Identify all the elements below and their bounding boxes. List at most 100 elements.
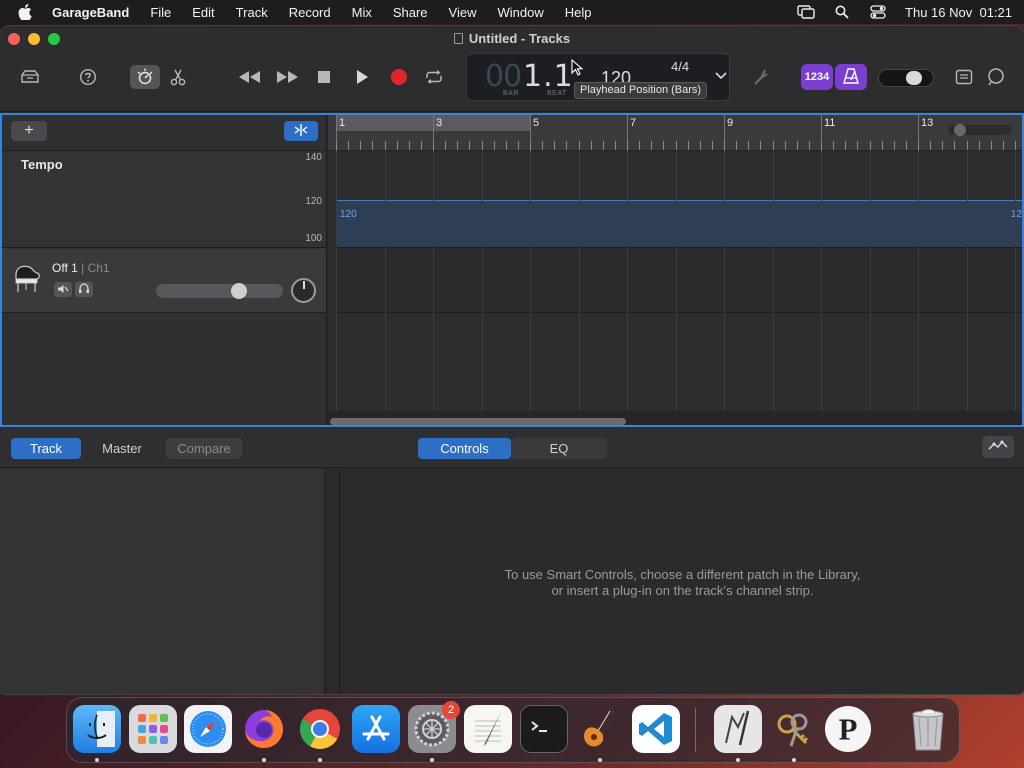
metronome-button[interactable] xyxy=(835,64,867,90)
app-store-icon[interactable] xyxy=(352,705,400,753)
ruler-beat-tick xyxy=(505,141,507,150)
loop-browser-button[interactable] xyxy=(982,65,1010,89)
ruler-beat-tick xyxy=(724,141,725,150)
grid-line xyxy=(772,151,774,411)
tempo-lane[interactable]: 120 12 xyxy=(336,152,1022,248)
ruler-beat-tick xyxy=(772,141,774,150)
zoom-knob[interactable] xyxy=(954,124,966,136)
zoom-slider[interactable] xyxy=(948,124,1012,136)
toolbar: Untitled - Tracks 00 1.1 BAR BEAT 120 4/… xyxy=(0,26,1024,112)
finder-icon[interactable] xyxy=(73,705,121,753)
ruler-beat-tick xyxy=(614,141,616,150)
ruler-beat-tick xyxy=(821,141,822,150)
compare-button[interactable]: Compare xyxy=(166,438,242,459)
master-volume-slider[interactable] xyxy=(878,69,934,87)
ruler-beat-tick xyxy=(905,141,907,150)
smart-controls-message: To use Smart Controls, choose a differen… xyxy=(341,567,1024,599)
play-button[interactable] xyxy=(348,65,376,89)
document-icon xyxy=(453,33,463,44)
control-center-icon[interactable] xyxy=(869,5,887,19)
instrument-track-header[interactable]: Off 1 | Ch1 xyxy=(2,249,326,313)
trash-icon[interactable] xyxy=(904,705,952,753)
terminal-icon[interactable] xyxy=(520,705,568,753)
tab-eq[interactable]: EQ xyxy=(511,438,607,459)
ruler-beat-tick xyxy=(966,141,968,150)
menu-view[interactable]: View xyxy=(449,5,477,20)
arrangement-area[interactable]: 1 3 5 7 9 11 13 120 12 xyxy=(328,115,1022,425)
instrument-track-name[interactable]: Off 1 xyxy=(52,261,78,275)
solo-button[interactable] xyxy=(75,282,93,297)
track-volume-slider[interactable] xyxy=(156,283,283,299)
record-button[interactable] xyxy=(385,65,413,89)
menu-record[interactable]: Record xyxy=(289,5,331,20)
lcd-mode-chevron-icon[interactable] xyxy=(715,69,727,83)
system-settings-running-indicator xyxy=(430,758,434,762)
tempo-track-header[interactable]: Tempo 140 120 100 xyxy=(2,152,326,248)
add-track-button[interactable]: + xyxy=(11,121,47,141)
track-volume-knob[interactable] xyxy=(231,283,247,299)
ruler-beat-tick xyxy=(602,141,604,150)
stop-button[interactable] xyxy=(310,65,338,89)
ruler-beat-tick xyxy=(857,141,859,150)
spotlight-search-icon[interactable] xyxy=(833,5,851,19)
menu-app-name[interactable]: GarageBand xyxy=(52,5,129,20)
chrome-icon[interactable] xyxy=(296,705,344,753)
window-title: Untitled - Tracks xyxy=(468,31,571,46)
menu-track[interactable]: Track xyxy=(236,5,268,20)
editors-button[interactable] xyxy=(164,65,192,89)
menu-edit[interactable]: Edit xyxy=(192,5,214,20)
menu-share[interactable]: Share xyxy=(393,5,428,20)
safari-icon[interactable] xyxy=(184,705,232,753)
tab-track[interactable]: Track xyxy=(11,438,81,459)
track-name-separator: | xyxy=(77,261,88,275)
rewind-button[interactable] xyxy=(235,65,263,89)
instrument-track-lane[interactable] xyxy=(336,249,1022,313)
menu-mix[interactable]: Mix xyxy=(352,5,372,20)
count-in-button[interactable]: 1234 xyxy=(801,64,833,90)
library-button[interactable] xyxy=(16,65,44,89)
headphones-icon xyxy=(78,281,90,299)
inspector-button[interactable] xyxy=(982,436,1014,458)
menu-clock[interactable]: Thu 16 Nov 01:21 xyxy=(905,5,1012,20)
tab-master-label: Master xyxy=(102,441,142,456)
tab-master[interactable]: Master xyxy=(86,438,158,459)
lcd-time-signature[interactable]: 4/4 xyxy=(671,59,689,74)
ruler-beat-tick xyxy=(930,141,932,150)
catch-playhead-button[interactable] xyxy=(284,121,318,141)
p-app-icon[interactable]: P xyxy=(824,705,872,753)
mute-button[interactable] xyxy=(54,282,72,297)
ruler-beat-tick xyxy=(433,141,434,150)
ruler-beat-tick xyxy=(530,141,531,150)
smart-controls-button[interactable] xyxy=(130,65,160,89)
master-volume-knob[interactable] xyxy=(906,71,922,85)
apple-menu-icon[interactable] xyxy=(18,4,36,20)
garageband-icon[interactable] xyxy=(576,705,624,753)
system-settings-icon[interactable]: 2 xyxy=(408,701,460,753)
notepad-button[interactable] xyxy=(950,65,978,89)
tab-controls[interactable]: Controls xyxy=(418,438,511,459)
ruler-bar-number: 13 xyxy=(921,117,934,129)
lcd-playhead-position[interactable]: 1.1 xyxy=(523,59,574,94)
menu-help[interactable]: Help xyxy=(565,5,592,20)
tuner-button[interactable] xyxy=(746,65,774,89)
smart-controls-content: To use Smart Controls, choose a differen… xyxy=(341,469,1024,694)
keychain-access-icon[interactable] xyxy=(770,705,818,753)
fast-forward-button[interactable] xyxy=(274,65,302,89)
vscode-icon[interactable] xyxy=(632,705,680,753)
add-track-label: + xyxy=(24,122,34,139)
tempo-curve-area[interactable] xyxy=(336,200,1022,247)
track-pan-knob[interactable] xyxy=(291,278,316,303)
screen-mirroring-icon[interactable] xyxy=(797,5,815,19)
textedit-icon[interactable] xyxy=(464,705,512,753)
menu-file[interactable]: File xyxy=(150,5,171,20)
horizontal-scrollbar[interactable] xyxy=(328,411,1022,425)
tracks-area: + Tempo 140 120 100 Off 1 | Ch1 1 3 5 7 … xyxy=(0,113,1024,427)
cycle-button[interactable] xyxy=(420,65,448,89)
bar-ruler[interactable]: 1 3 5 7 9 11 13 xyxy=(328,115,1022,151)
quick-help-button[interactable] xyxy=(74,65,102,89)
launchpad-icon[interactable] xyxy=(129,705,177,753)
script-editor-icon[interactable] xyxy=(714,705,762,753)
menu-window[interactable]: Window xyxy=(498,5,544,20)
firefox-icon[interactable] xyxy=(240,705,288,753)
horizontal-scroll-thumb[interactable] xyxy=(330,418,626,425)
